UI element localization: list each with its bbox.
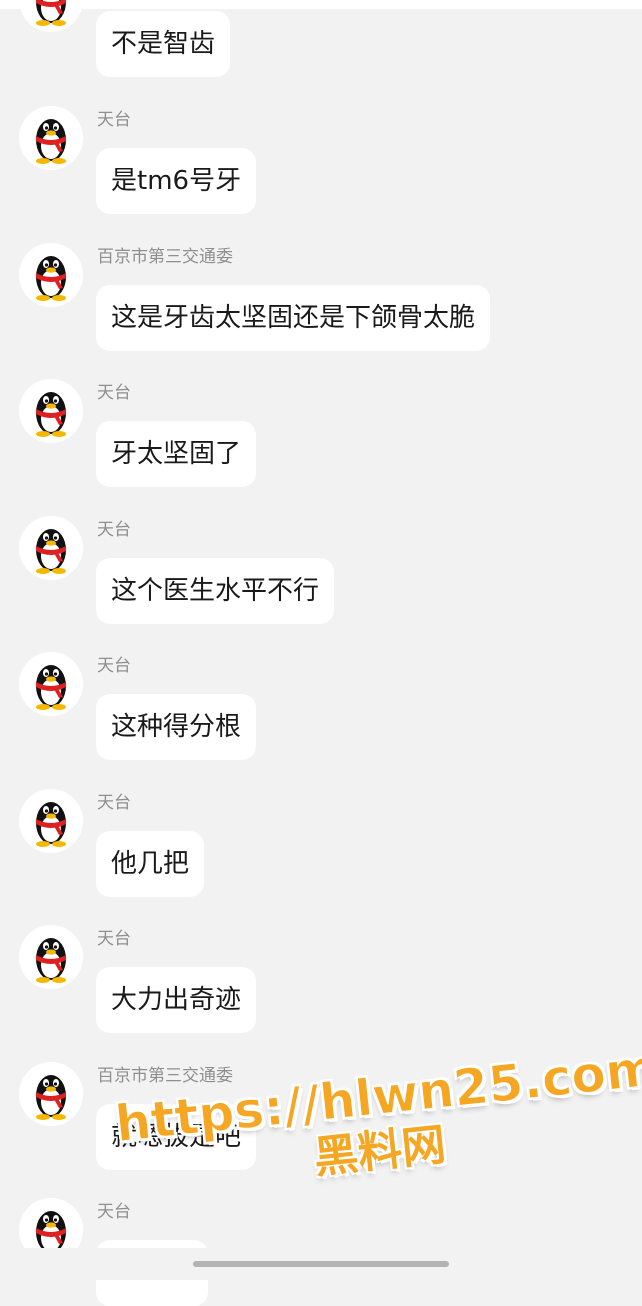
message-bubble[interactable]: 这个医生水平不行	[96, 558, 335, 624]
sender-name: 百京市第三交通委	[97, 1066, 233, 1086]
sender-name: 天台	[97, 110, 131, 130]
message-bubble[interactable]: 不是智齿	[96, 11, 231, 77]
sender-name: 天台	[97, 656, 131, 676]
message-bubble[interactable]: 就嗯拔是吧	[96, 1104, 257, 1170]
message-bubble[interactable]: 牙太坚固了	[96, 421, 257, 487]
sender-name: 天台	[97, 383, 131, 403]
chat-message-list[interactable]: 不是智齿 天台 是tm6号牙 百京市第三交通委 这是牙齿太坚固还是下颌骨太脆 天…	[0, 0, 642, 1306]
message-bubble[interactable]: 是tm6号牙	[96, 148, 257, 214]
avatar[interactable]	[19, 1062, 83, 1126]
sender-name: 天台	[97, 929, 131, 949]
qq-penguin-icon	[19, 379, 83, 443]
sender-name: 天台	[97, 1202, 131, 1222]
sender-name: 天台	[97, 793, 131, 813]
message-bubble[interactable]: 大力出奇迹	[96, 967, 257, 1033]
avatar[interactable]	[19, 106, 83, 170]
message-bubble[interactable]: 他几把	[96, 831, 205, 897]
avatar[interactable]	[19, 379, 83, 443]
qq-penguin-icon	[19, 1062, 83, 1126]
qq-penguin-icon	[19, 789, 83, 853]
qq-penguin-icon	[19, 516, 83, 580]
qq-penguin-icon	[19, 652, 83, 716]
qq-penguin-icon	[19, 925, 83, 989]
avatar[interactable]	[19, 789, 83, 853]
sender-name: 百京市第三交通委	[97, 247, 233, 267]
qq-penguin-icon	[19, 106, 83, 170]
avatar[interactable]	[19, 925, 83, 989]
avatar[interactable]	[19, 243, 83, 307]
qq-penguin-icon	[19, 0, 83, 32]
sender-name: 天台	[97, 520, 131, 540]
avatar[interactable]	[19, 652, 83, 716]
qq-penguin-icon	[19, 243, 83, 307]
avatar[interactable]	[19, 516, 83, 580]
message-bubble[interactable]: 这是牙齿太坚固还是下颌骨太脆	[96, 285, 491, 351]
home-indicator[interactable]	[193, 1261, 449, 1267]
message-bubble[interactable]: 这种得分根	[96, 694, 257, 760]
avatar[interactable]	[19, 0, 83, 32]
